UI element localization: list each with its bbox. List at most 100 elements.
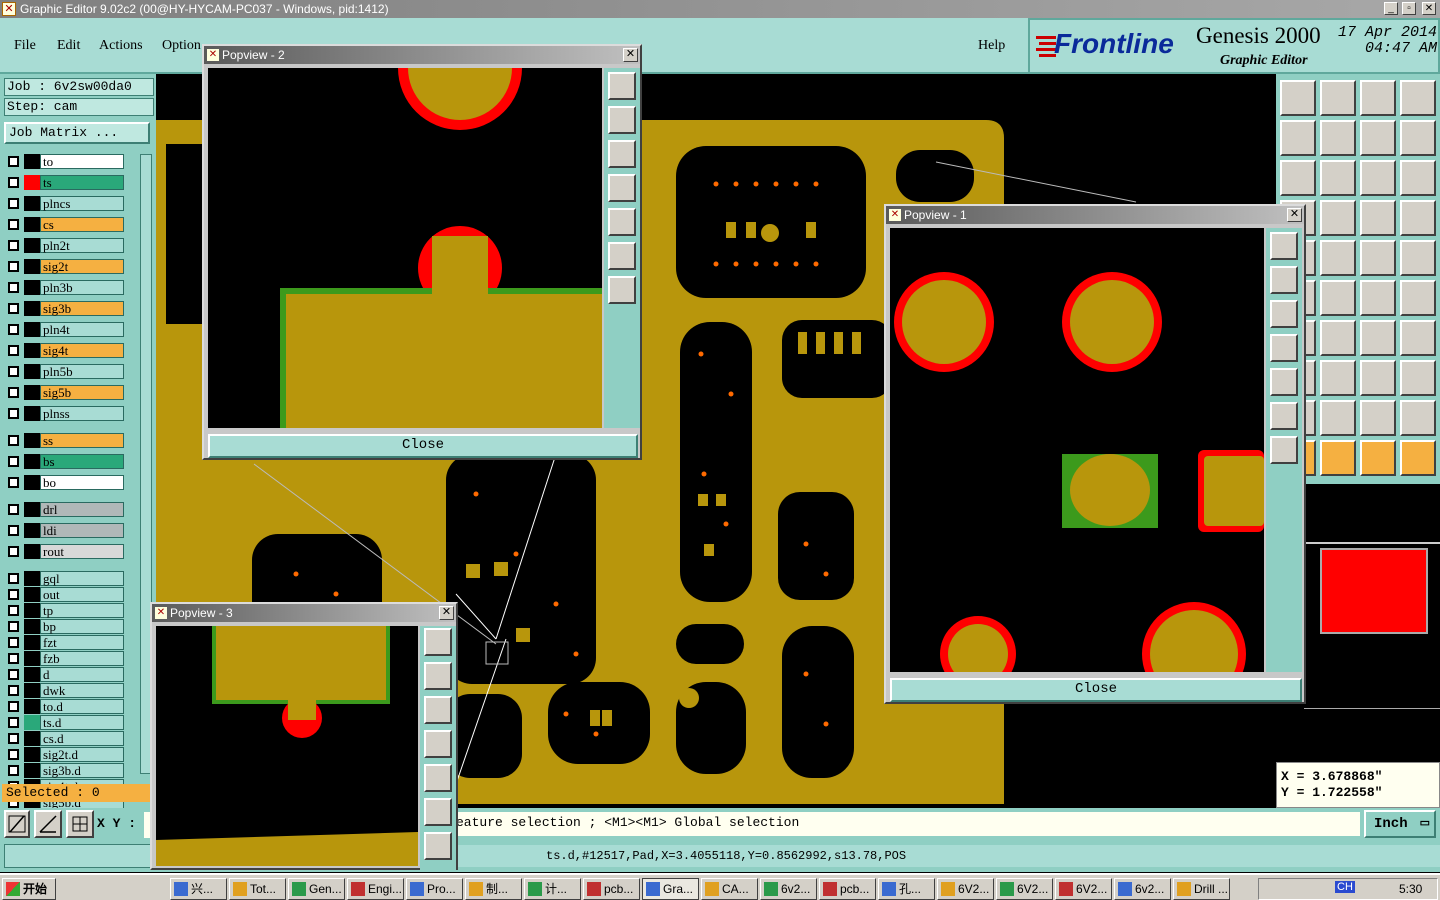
move-icon[interactable] xyxy=(1360,280,1396,316)
menu-options[interactable]: Option xyxy=(162,38,201,54)
layer-color-swatch[interactable] xyxy=(24,571,40,586)
home-icon[interactable] xyxy=(1280,80,1316,116)
layer-row[interactable]: ldi xyxy=(6,523,124,538)
popview-1-close-icon[interactable]: ✕ xyxy=(1287,208,1302,222)
layer-checkbox[interactable] xyxy=(8,525,19,536)
layer-checkbox[interactable] xyxy=(8,408,19,419)
pop-zoom-icon[interactable] xyxy=(608,72,636,100)
layer-row[interactable]: d xyxy=(6,667,124,682)
layer-color-swatch[interactable] xyxy=(24,322,40,337)
layer-row[interactable]: sig4t xyxy=(6,343,124,358)
layer-color-swatch[interactable] xyxy=(24,406,40,421)
layer-checkbox[interactable] xyxy=(8,765,19,776)
layer-checkbox[interactable] xyxy=(8,589,19,600)
ruler-icon[interactable] xyxy=(1360,240,1396,276)
layer-row[interactable]: bs xyxy=(6,454,124,469)
layer-color-swatch[interactable] xyxy=(24,433,40,448)
layer-row[interactable]: pln5b xyxy=(6,364,124,379)
split-icon[interactable] xyxy=(1400,320,1436,356)
layer-row[interactable]: cs.d xyxy=(6,731,124,746)
layer-row[interactable]: bp xyxy=(6,619,124,634)
maximize-button[interactable]: ▫ xyxy=(1402,2,1416,15)
layer-row[interactable]: ss xyxy=(6,433,124,448)
layer-color-swatch[interactable] xyxy=(24,699,40,714)
cluster-icon[interactable] xyxy=(1400,360,1436,396)
taskbar-item[interactable]: Tot... xyxy=(229,878,286,900)
minus-icon[interactable] xyxy=(1320,360,1356,396)
layer-row[interactable]: fzb xyxy=(6,651,124,666)
layer-name[interactable]: out xyxy=(40,587,124,602)
undo-icon[interactable] xyxy=(1360,120,1396,156)
layer-row[interactable]: ts xyxy=(6,175,124,190)
layer-color-swatch[interactable] xyxy=(24,364,40,379)
letter-a3-icon[interactable] xyxy=(1400,400,1436,436)
dotted-icon[interactable] xyxy=(1400,240,1436,276)
pop-zoom-icon[interactable] xyxy=(424,628,452,656)
layer-color-swatch[interactable] xyxy=(24,603,40,618)
arc-icon[interactable] xyxy=(1360,320,1396,356)
menu-help[interactable]: Help xyxy=(978,38,1005,54)
layer-name[interactable]: cs xyxy=(40,217,124,232)
layer-checkbox[interactable] xyxy=(8,717,19,728)
minimize-button[interactable]: _ xyxy=(1384,2,1398,15)
layer-checkbox[interactable] xyxy=(8,605,19,616)
select-icon[interactable] xyxy=(1320,440,1356,476)
layer-name[interactable]: ts xyxy=(40,175,124,190)
layer-checkbox[interactable] xyxy=(8,733,19,744)
layer-name[interactable]: gql xyxy=(40,571,124,586)
pan-left-icon[interactable] xyxy=(1270,334,1298,362)
layer-checkbox[interactable] xyxy=(8,435,19,446)
scale-icon[interactable] xyxy=(1360,160,1396,196)
layer-checkbox[interactable] xyxy=(8,546,19,557)
taskbar-item[interactable]: CA... xyxy=(701,878,758,900)
pan-down-icon[interactable] xyxy=(424,696,452,724)
layer-row[interactable]: plncs xyxy=(6,196,124,211)
layer-checkbox[interactable] xyxy=(8,504,19,515)
layer-name[interactable]: drl xyxy=(40,502,124,517)
zoom-area-icon[interactable] xyxy=(4,810,30,838)
layer-name[interactable]: to.d xyxy=(40,699,124,714)
layer-checkbox[interactable] xyxy=(8,345,19,356)
zoom-in-icon[interactable] xyxy=(424,798,452,826)
layer-color-swatch[interactable] xyxy=(24,544,40,559)
taskbar-item[interactable]: 兴... xyxy=(170,878,227,900)
taskbar-item[interactable]: 6V2... xyxy=(937,878,994,900)
layer-checkbox[interactable] xyxy=(8,701,19,712)
layer-row[interactable]: to xyxy=(6,154,124,169)
layer-color-swatch[interactable] xyxy=(24,667,40,682)
zoom-out-icon[interactable] xyxy=(1270,436,1298,464)
popview-2-titlebar[interactable]: ✕ Popview - 2 xyxy=(204,46,640,64)
layer-name[interactable]: sig3b.d xyxy=(40,763,124,778)
layer-name[interactable]: ldi xyxy=(40,523,124,538)
layer-row[interactable]: pln4t xyxy=(6,322,124,337)
layer-name[interactable]: rout xyxy=(40,544,124,559)
menu-edit[interactable]: Edit xyxy=(57,38,80,54)
layer-name[interactable]: bo xyxy=(40,475,124,490)
layer-checkbox[interactable] xyxy=(8,653,19,664)
taskbar-item[interactable]: Gra... xyxy=(642,878,699,900)
layer-checkbox[interactable] xyxy=(8,282,19,293)
taskbar-item[interactable]: Engi... xyxy=(347,878,404,900)
layer-color-swatch[interactable] xyxy=(24,523,40,538)
layer-row[interactable]: sig2t.d xyxy=(6,747,124,762)
layer-row[interactable]: sig3b.d xyxy=(6,763,124,778)
help-icon[interactable] xyxy=(1400,160,1436,196)
forward-icon[interactable] xyxy=(1320,120,1356,156)
layer-row[interactable]: tp xyxy=(6,603,124,618)
layer-color-swatch[interactable] xyxy=(24,763,40,778)
layer-name[interactable]: to xyxy=(40,154,124,169)
taskbar-item[interactable]: 孔... xyxy=(878,878,935,900)
layer-name[interactable]: pln4t xyxy=(40,322,124,337)
layer-name[interactable]: sig2t.d xyxy=(40,747,124,762)
pointer-icon[interactable] xyxy=(1360,440,1396,476)
popview-1-titlebar[interactable]: ✕ Popview - 1 xyxy=(886,206,1304,224)
job-matrix-button[interactable]: Job Matrix ... xyxy=(4,122,150,144)
layer-color-swatch[interactable] xyxy=(24,238,40,253)
layer-name[interactable]: pln3b xyxy=(40,280,124,295)
letter-a2-icon[interactable] xyxy=(1360,400,1396,436)
shape-icon[interactable] xyxy=(1320,240,1356,276)
start-button[interactable]: 开始 xyxy=(2,878,56,900)
layer-color-swatch[interactable] xyxy=(24,747,40,762)
popview-1-canvas[interactable] xyxy=(890,228,1264,672)
center-icon[interactable] xyxy=(1320,160,1356,196)
